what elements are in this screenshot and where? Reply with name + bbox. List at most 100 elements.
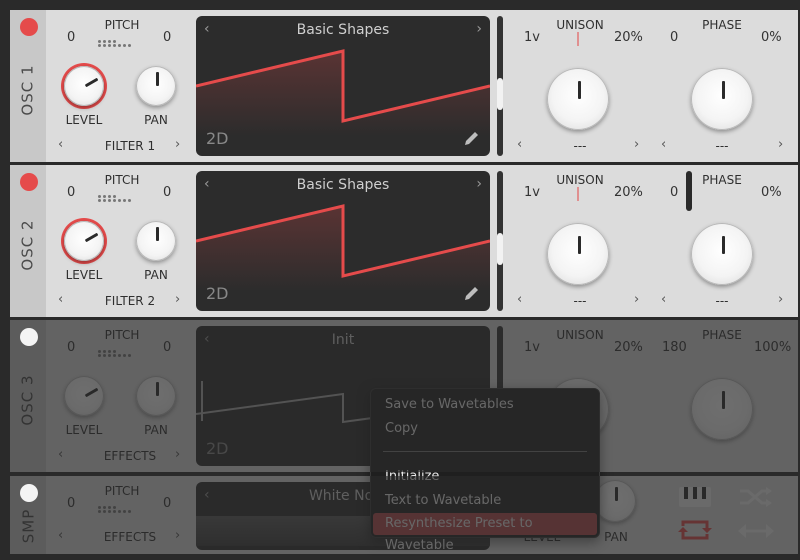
osc-2-unison-next-button[interactable]: ›	[634, 292, 639, 307]
osc-2-dest-next-button[interactable]: ›	[175, 292, 180, 307]
menu-item-save-to-wavetables[interactable]: Save to Wavetables	[373, 394, 597, 416]
osc-2-label: OSC 2	[19, 219, 37, 271]
menu-item-resynthesize-preset[interactable]: Resynthesize Preset to Wavetable	[373, 513, 597, 553]
osc-2-wavetable-display[interactable]: ‹ Basic Shapes › 2D	[196, 171, 490, 311]
osc-2-pitch-transpose[interactable]: 0	[67, 185, 75, 200]
loop-icon[interactable]	[678, 518, 712, 542]
osc-3-view-mode[interactable]: 2D	[206, 439, 229, 458]
osc-3-level-knob[interactable]	[64, 376, 104, 416]
osc-2-unison-prev-button[interactable]: ‹	[517, 292, 522, 307]
osc-1-wavetable-display[interactable]: ‹ Basic Shapes › 2D	[196, 16, 490, 156]
osc-1-dest-prev-button[interactable]: ‹	[58, 137, 63, 152]
osc-3-dest-next-button[interactable]: ›	[175, 447, 180, 462]
osc-2-frame-slider[interactable]	[497, 171, 503, 311]
osc-2-phase-random[interactable]: 0%	[761, 185, 782, 200]
sampler-pan-knob[interactable]	[594, 480, 636, 522]
osc-1-pitch-tune[interactable]: 0	[163, 30, 171, 45]
sampler-power-button[interactable]	[20, 484, 38, 502]
osc-2-pan-knob[interactable]	[136, 221, 176, 261]
osc-2-pitch-tune[interactable]: 0	[163, 185, 171, 200]
osc-2-unison-detune-knob[interactable]	[547, 223, 609, 285]
osc-1-pan-knob[interactable]	[136, 66, 176, 106]
osc-3-pitch-transpose[interactable]: 0	[67, 340, 75, 355]
osc-3-pitch-tune[interactable]: 0	[163, 340, 171, 355]
osc-1-unison-detune-value[interactable]: 20%	[614, 30, 643, 45]
osc-1-frame-slider-thumb[interactable]	[497, 78, 503, 110]
osc-3-phase-value[interactable]: 180	[662, 340, 687, 355]
osc-1-pitch-transpose[interactable]: 0	[67, 30, 75, 45]
menu-item-initialize[interactable]: Initialize	[373, 466, 597, 488]
osc-2-unison-select[interactable]: ---	[550, 294, 610, 308]
osc-1-frame-slider[interactable]	[497, 16, 503, 156]
osc-2-power-button[interactable]	[20, 173, 38, 191]
osc-1-pan-label: PAN	[144, 113, 168, 127]
osc-3-unison-detune-value[interactable]: 20%	[614, 340, 643, 355]
menu-item-text-to-wavetable[interactable]: Text to Wavetable	[373, 490, 597, 512]
osc-3-keyboard-icon[interactable]	[98, 350, 131, 357]
osc-1-phase-label: PHASE	[702, 18, 742, 32]
osc-1-dest-next-button[interactable]: ›	[175, 137, 180, 152]
osc-2-phase-label: PHASE	[702, 173, 742, 187]
osc-1-phase-knob[interactable]	[691, 68, 753, 130]
osc-1-power-button[interactable]	[20, 18, 38, 36]
osc-1-unison-select[interactable]: ---	[550, 139, 610, 153]
keyboard-track-icon[interactable]	[678, 486, 712, 508]
osc-2-view-mode[interactable]: 2D	[206, 284, 229, 303]
random-phase-icon[interactable]	[738, 486, 774, 508]
osc-3-pan-label: PAN	[144, 423, 168, 437]
osc-1-phase-prev-button[interactable]: ‹	[661, 137, 666, 152]
osc-3-power-button[interactable]	[20, 328, 38, 346]
osc-3-label: OSC 3	[19, 374, 37, 426]
osc-2-unison-voices[interactable]: 1v	[524, 185, 540, 200]
osc-1-unison-detune-knob[interactable]	[547, 68, 609, 130]
osc-2-unison-detune-value[interactable]: 20%	[614, 185, 643, 200]
osc-2-phase-next-button[interactable]: ›	[778, 292, 783, 307]
osc-3-phase-random[interactable]: 100%	[754, 340, 791, 355]
osc-2-frame-slider-thumb[interactable]	[497, 233, 503, 265]
osc-2-phase-select[interactable]: ---	[692, 294, 752, 308]
osc-1-level-knob[interactable]	[64, 66, 104, 106]
menu-item-copy[interactable]: Copy	[373, 418, 597, 440]
osc-3-dest-prev-button[interactable]: ‹	[58, 447, 63, 462]
osc-1-unison-next-button[interactable]: ›	[634, 137, 639, 152]
osc-2-level-knob[interactable]	[64, 221, 104, 261]
osc-1-view-mode[interactable]: 2D	[206, 129, 229, 148]
osc-1-pitch-label: PITCH	[104, 18, 140, 32]
bounce-icon[interactable]	[738, 522, 774, 540]
osc-1-phase-select[interactable]: ---	[692, 139, 752, 153]
sampler-dest-prev-button[interactable]: ‹	[58, 528, 63, 543]
osc-1-waveform	[196, 49, 490, 136]
osc-1-unison-prev-button[interactable]: ‹	[517, 137, 522, 152]
pencil-icon[interactable]	[462, 128, 482, 148]
osc-3-pan-knob[interactable]	[136, 376, 176, 416]
sampler-dest-next-button[interactable]: ›	[175, 528, 180, 543]
osc-3-phase-knob[interactable]	[691, 378, 753, 440]
osc-2-phase-prev-button[interactable]: ‹	[661, 292, 666, 307]
osc-2-unison-mod-marker	[577, 187, 579, 201]
osc-3-destination[interactable]: EFFECTS	[80, 449, 180, 463]
osc-3-level-label: LEVEL	[65, 423, 103, 437]
sampler-keyboard-icon[interactable]	[98, 506, 131, 513]
oscillator-section: OSC 1 PITCH 0 0 LEVEL PAN ‹ FILTER 1 › ‹…	[0, 0, 800, 560]
osc-2-unison-label: UNISON	[556, 173, 604, 187]
osc-2-phase-value[interactable]: 0	[670, 185, 678, 200]
osc-3-unison-label: UNISON	[556, 328, 604, 342]
osc-1-phase-random[interactable]: 0%	[761, 30, 782, 45]
sampler-pitch-transpose[interactable]: 0	[67, 496, 75, 511]
osc-2-destination[interactable]: FILTER 2	[80, 294, 180, 308]
osc-1-unison-voices[interactable]: 1v	[524, 30, 540, 45]
osc-1-phase-next-button[interactable]: ›	[778, 137, 783, 152]
osc-2-pan-label: PAN	[144, 268, 168, 282]
osc-1-keyboard-icon[interactable]	[98, 40, 131, 47]
osc-2-dest-prev-button[interactable]: ‹	[58, 292, 63, 307]
sampler-destination[interactable]: EFFECTS	[80, 530, 180, 544]
osc-1-destination[interactable]: FILTER 1	[80, 139, 180, 153]
osc-2-keyboard-icon[interactable]	[98, 195, 131, 202]
osc-1-phase-value[interactable]: 0	[670, 30, 678, 45]
pencil-icon[interactable]	[462, 283, 482, 303]
osc-1-label: OSC 1	[19, 64, 37, 116]
osc-2-phase-knob[interactable]	[691, 223, 753, 285]
osc-3-unison-voices[interactable]: 1v	[524, 340, 540, 355]
osc-3-phase-label: PHASE	[702, 328, 742, 342]
sampler-pitch-tune[interactable]: 0	[163, 496, 171, 511]
